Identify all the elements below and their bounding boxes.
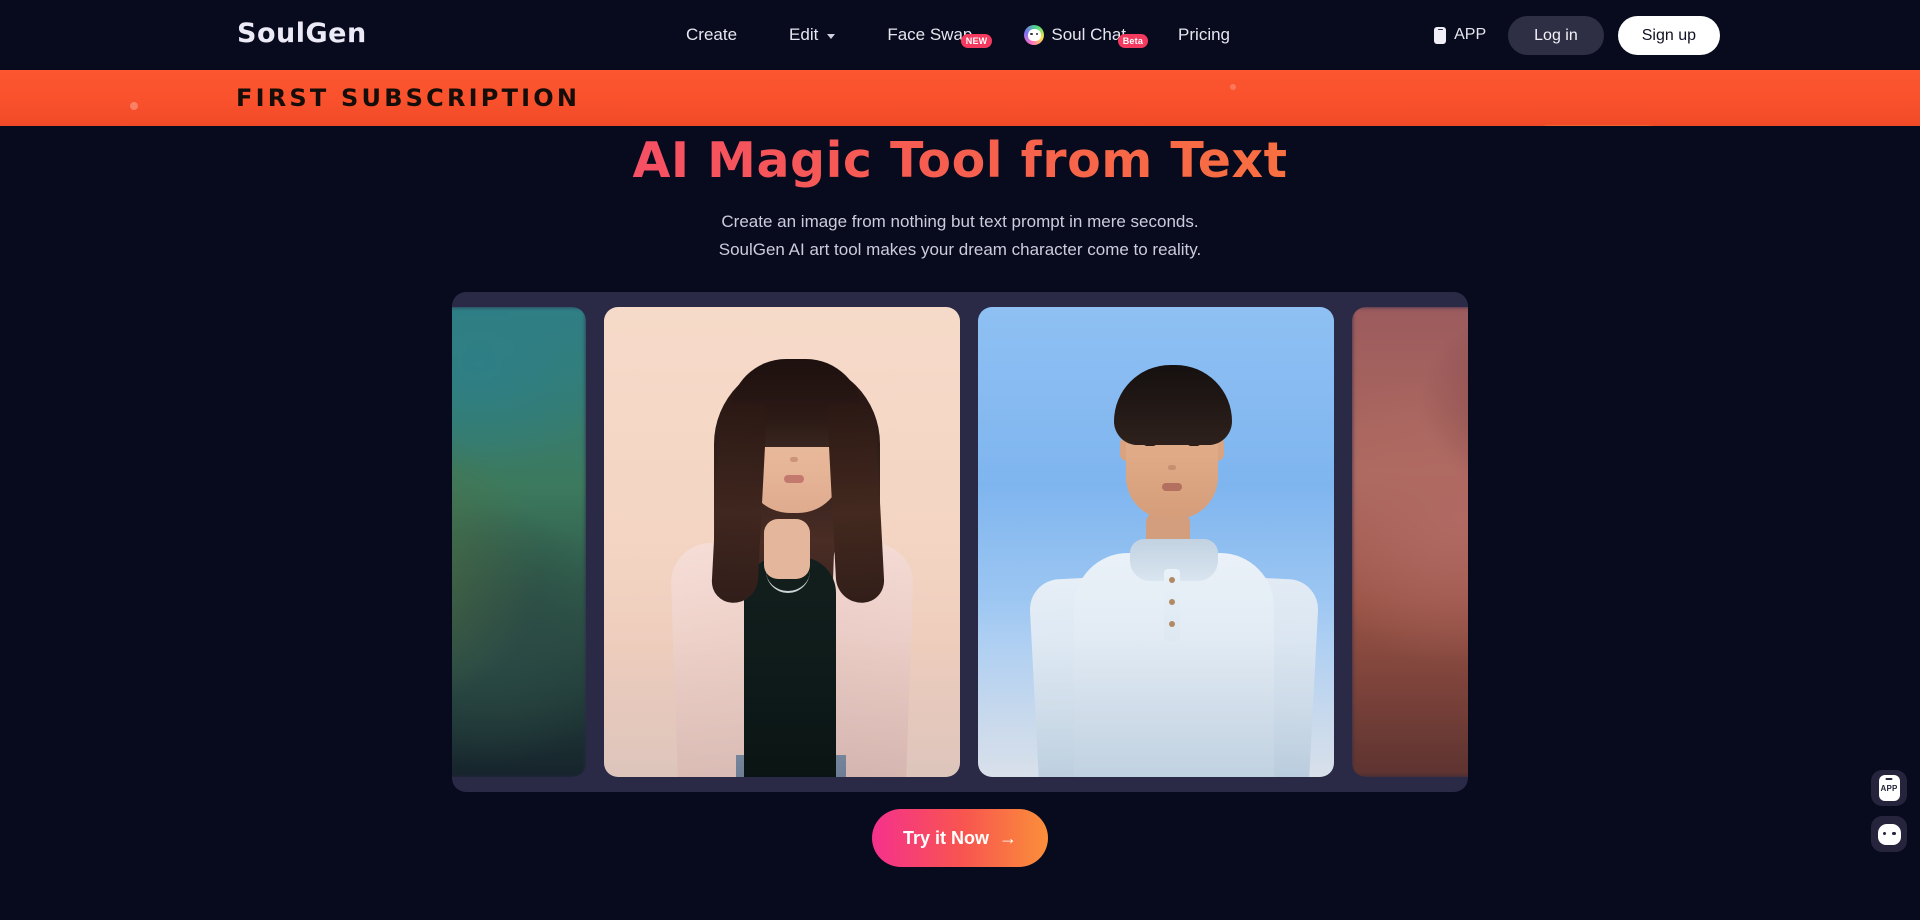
floating-action-stack: APP [1871,770,1907,852]
top-navigation-bar: SoulGen Create Edit Face Swap NEW Soul C… [0,0,1920,70]
page-title: AI Magic Tool from Text [0,132,1920,189]
subtitle-line-1: Create an image from nothing but text pr… [721,212,1199,231]
primary-nav: Create Edit Face Swap NEW Soul Chat Beta… [660,0,1256,70]
nav-item-label: Face Swap [887,25,973,44]
signup-button[interactable]: Sign up [1617,15,1720,55]
floating-chat-button[interactable] [1871,816,1907,852]
soul-chat-icon [1024,25,1045,45]
nav-item-label: Pricing [1178,25,1231,44]
page-subtitle: Create an image from nothing but text pr… [0,208,1920,264]
carousel-strip [452,292,1468,792]
nav-item-create[interactable]: Create [660,25,763,45]
carousel-card[interactable] [1352,307,1468,777]
carousel-image-red [1352,307,1468,777]
beta-badge: Beta [1117,34,1149,48]
new-badge: NEW [960,34,993,48]
app-download-link[interactable]: APP [1434,26,1486,44]
nav-item-pricing[interactable]: Pricing [1152,25,1256,45]
nav-item-label: Edit [789,25,819,44]
nav-item-edit[interactable]: Edit [763,25,861,45]
image-carousel[interactable] [452,292,1468,792]
app-label: APP [1454,26,1487,43]
chat-bubble-icon [1877,823,1901,845]
nav-actions: APP Log in Sign up [1434,0,1720,70]
promo-banner[interactable]: FIRST SUBSCRIPTION up to 70% off 59 Min … [0,70,1920,126]
banner-decoration-dot [130,102,138,110]
app-icon: APP [1878,775,1900,801]
carousel-image-green [452,307,586,777]
carousel-image-man [978,307,1334,777]
banner-title: FIRST SUBSCRIPTION [236,84,581,112]
nav-item-label: Create [686,25,738,44]
carousel-image-woman [604,307,960,777]
phone-icon [1434,26,1447,44]
try-it-now-button[interactable]: Try it Now → [872,809,1048,867]
cta-label: Try it Now [902,827,989,848]
nav-item-face-swap[interactable]: Face Swap NEW [861,25,998,48]
arrow-right-icon: → [999,827,1017,848]
subtitle-line-2: SoulGen AI art tool makes your dream cha… [718,240,1202,259]
banner-decoration-dot [1230,84,1236,90]
carousel-card[interactable] [978,307,1334,777]
nav-item-soul-chat[interactable]: Soul Chat Beta [998,25,1152,48]
carousel-card[interactable] [452,307,586,777]
chevron-down-icon [827,34,836,39]
carousel-card[interactable] [604,307,960,777]
brand-logo[interactable]: SoulGen [237,18,367,49]
floating-app-button[interactable]: APP [1871,770,1907,806]
nav-item-label: Soul Chat [1051,25,1127,44]
login-button[interactable]: Log in [1508,15,1604,55]
